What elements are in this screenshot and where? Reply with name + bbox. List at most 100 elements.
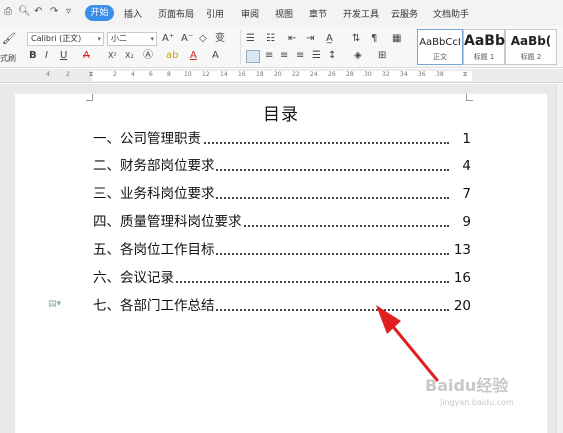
toc-entry-page: 20 xyxy=(449,296,471,316)
toc-entry-page: 13 xyxy=(449,240,471,260)
chevron-down-icon: ▾ xyxy=(150,35,154,43)
font-size-value: 小二 xyxy=(111,34,127,43)
ruler-number: 36 xyxy=(418,71,426,78)
line-spacing-icon[interactable]: ↕ xyxy=(328,50,336,62)
ruler-number: 8 xyxy=(167,71,171,78)
toc-entry-label: 四、质量管理科岗位要求 xyxy=(93,212,243,232)
print-icon[interactable]: ⎙ xyxy=(4,6,12,17)
align-center-icon[interactable]: ≡ xyxy=(265,50,273,62)
quick-access-dropdown-icon[interactable]: ▿ xyxy=(66,6,71,17)
separator xyxy=(240,30,241,64)
toc-entry[interactable]: 五、各岗位工作目标 13 xyxy=(93,240,471,260)
ruler-number: 26 xyxy=(328,71,336,78)
ruler-number: 12 xyxy=(202,71,210,78)
toc-entry[interactable]: 三、业务科岗位要求 7 xyxy=(93,184,471,204)
tab-insert[interactable]: 插入 xyxy=(124,7,142,20)
ruler-number: 16 xyxy=(238,71,246,78)
tab-page-layout[interactable]: 页面布局 xyxy=(158,7,194,20)
ruler-number: 10 xyxy=(184,71,192,78)
toc-entry-page: 16 xyxy=(449,268,471,288)
subscript-icon[interactable]: X₂ xyxy=(125,50,134,62)
increase-indent-icon[interactable]: ⇥ xyxy=(306,33,314,45)
indent-marker-icon[interactable]: ⧖ xyxy=(89,71,93,79)
toc-entry[interactable]: 二、财务部岗位要求 4 xyxy=(93,156,471,176)
style-heading-1[interactable]: AaBb 标题 1 xyxy=(463,29,505,65)
redo-icon[interactable]: ↷ xyxy=(50,6,58,17)
decrease-indent-icon[interactable]: ⇤ xyxy=(288,33,296,45)
align-left-icon[interactable] xyxy=(246,50,260,63)
bullet-list-icon[interactable]: ☰ xyxy=(246,33,255,45)
numbered-list-icon[interactable]: ☷ xyxy=(266,33,275,45)
toc-entry-page: 1 xyxy=(449,129,471,149)
superscript-icon[interactable]: X² xyxy=(108,50,117,62)
ribbon-toolbar: 🖌︎ 式刷 Calibri (正文) ▾ 小二 ▾ A⁺ A⁻ ◇ 变 B I … xyxy=(0,26,563,68)
toc-entry-label: 一、公司管理职责 xyxy=(93,129,202,149)
ruler-number: 28 xyxy=(346,71,354,78)
toc-entry[interactable]: 四、质量管理科岗位要求 9 xyxy=(93,212,471,232)
strikethrough-icon[interactable]: A xyxy=(83,50,90,62)
char-scale-icon[interactable]: A̲ xyxy=(326,33,333,45)
toc-entry[interactable]: 六、会议记录 16 xyxy=(93,268,471,288)
sort-icon[interactable]: ⇅ xyxy=(352,33,360,45)
style-normal[interactable]: AaBbCcI 正文 xyxy=(417,29,463,65)
toc-entry-label: 七、各部门工作总结 xyxy=(93,296,216,316)
vertical-scrollbar[interactable] xyxy=(556,84,563,433)
tab-references[interactable]: 引用 xyxy=(206,7,224,20)
ruler-number: 30 xyxy=(364,71,372,78)
ruler-number: 18 xyxy=(256,71,264,78)
toc-entry-label: 六、会议记录 xyxy=(93,268,175,288)
toc-entry[interactable]: 一、公司管理职责 1 xyxy=(93,129,471,149)
ruler-number: 14 xyxy=(220,71,228,78)
font-size-select[interactable]: 小二 ▾ xyxy=(107,32,157,46)
toc-entry-page: 7 xyxy=(449,184,471,204)
ruler-number: 32 xyxy=(382,71,390,78)
borders-icon[interactable]: ⊞ xyxy=(378,50,386,62)
distribute-icon[interactable]: ☰ xyxy=(312,50,321,62)
char-border-icon[interactable]: A xyxy=(212,50,219,62)
toc-entry-label: 二、财务部岗位要求 xyxy=(93,156,216,176)
ruler-number: 24 xyxy=(310,71,318,78)
tab-start[interactable]: 开始 xyxy=(85,5,114,21)
toc-title[interactable]: 目录 xyxy=(0,100,562,125)
menu-bar: ⎙ 🔍︎ ↶ ↷ ▿ 开始 插入 页面布局 引用 审阅 视图 章节 开发工具 云… xyxy=(0,0,563,26)
print-preview-icon[interactable]: 🔍︎ xyxy=(18,6,31,17)
bold-icon[interactable]: B xyxy=(29,50,37,62)
ruler-number: 4 xyxy=(131,71,135,78)
tab-review[interactable]: 审阅 xyxy=(241,7,259,20)
toc-entry-label: 三、业务科岗位要求 xyxy=(93,184,216,204)
align-right-icon[interactable]: ≡ xyxy=(280,50,288,62)
style-heading-2[interactable]: AaBb( 标题 2 xyxy=(505,29,557,65)
font-name-select[interactable]: Calibri (正文) ▾ xyxy=(27,32,104,46)
tab-view[interactable]: 视图 xyxy=(275,7,293,20)
phonetic-guide-icon[interactable]: 变 xyxy=(215,33,225,45)
font-color-icon[interactable]: A xyxy=(190,50,197,62)
watermark-url: jingyan.baidu.com xyxy=(440,398,514,407)
underline-icon[interactable]: U xyxy=(60,50,67,62)
justify-icon[interactable]: ≡ xyxy=(296,50,304,62)
toc-entry-label: 五、各岗位工作目标 xyxy=(93,240,216,260)
table-icon[interactable]: ▦ xyxy=(392,33,401,45)
tab-developer[interactable]: 开发工具 xyxy=(343,7,379,20)
format-painter-icon[interactable]: 🖌︎ xyxy=(2,33,16,45)
toc-entry[interactable]: 七、各部门工作总结 20 xyxy=(93,296,471,316)
chevron-down-icon: ▾ xyxy=(97,35,101,43)
right-indent-marker-icon[interactable]: ⧖ xyxy=(463,71,467,79)
italic-icon[interactable]: I xyxy=(45,50,48,62)
grow-font-icon[interactable]: A⁺ xyxy=(162,33,174,45)
paragraph-handle-icon[interactable]: ▤▾ xyxy=(48,299,61,309)
tab-doc-assistant[interactable]: 文档助手 xyxy=(433,7,469,20)
toc-entry-page: 9 xyxy=(449,212,471,232)
tab-chapter[interactable]: 章节 xyxy=(309,7,327,20)
ruler-number: 22 xyxy=(292,71,300,78)
clear-format-icon[interactable]: ◇ xyxy=(199,33,207,45)
tab-cloud-service[interactable]: 云服务 xyxy=(391,7,418,20)
show-marks-icon[interactable]: ¶ xyxy=(371,33,377,45)
horizontal-ruler[interactable]: 4 2 ⧖ 2 4 6 8 10 12 14 16 18 20 22 24 26… xyxy=(0,69,563,83)
watermark-logo: Baidu经验 xyxy=(425,376,509,395)
shading-icon[interactable]: ◈ xyxy=(354,50,362,62)
shrink-font-icon[interactable]: A⁻ xyxy=(181,33,193,45)
ruler-number: 34 xyxy=(400,71,408,78)
undo-icon[interactable]: ↶ xyxy=(34,6,42,17)
highlight-icon[interactable]: ab xyxy=(166,50,178,62)
text-effect-icon[interactable]: Ⓐ xyxy=(143,50,153,62)
